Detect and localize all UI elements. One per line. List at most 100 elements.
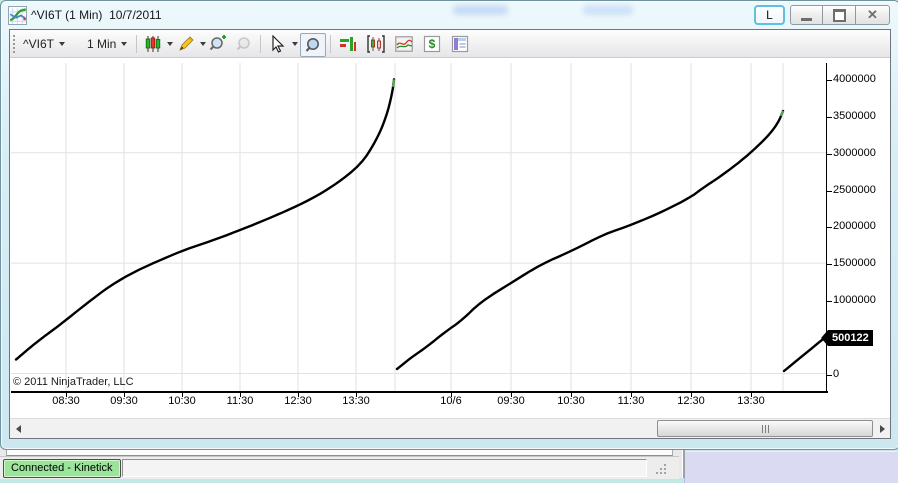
x-tick-mark: [631, 393, 632, 397]
toolbar-separator: [260, 35, 261, 53]
scroll-left-button[interactable]: [10, 419, 26, 438]
close-icon: ✕: [867, 7, 878, 22]
chevron-down-icon: [292, 42, 298, 46]
indicators-icon: [395, 36, 413, 52]
x-tick-mark: [691, 393, 692, 397]
toolbar-grip-icon[interactable]: [13, 35, 18, 53]
y-axis-label: 2500000: [833, 183, 876, 196]
x-tick-mark: [451, 393, 452, 397]
zoom-out-button: [232, 33, 256, 55]
x-tick-mark: [751, 393, 752, 397]
arrow-left-icon: [15, 425, 21, 433]
connection-status-badge: Connected - Kinetick: [3, 459, 121, 478]
volume-curve: [14, 78, 396, 361]
desktop: Connected - Kinetick ^VI6T (1 Min) 10/7/…: [0, 0, 898, 483]
y-tick-mark: [827, 153, 832, 155]
pencil-icon: [179, 36, 194, 51]
x-tick-mark: [511, 393, 512, 397]
close-button[interactable]: ✕: [856, 5, 890, 25]
svg-text:$: $: [429, 37, 436, 51]
zoom-in-button[interactable]: [206, 33, 230, 55]
statusbar-message-field: [122, 459, 647, 477]
indicators-button[interactable]: [392, 33, 416, 55]
instrument-dropdown[interactable]: ^VI6T: [20, 33, 68, 55]
x-tick-mark: [571, 393, 572, 397]
y-tick-mark: [827, 80, 832, 82]
titlebar[interactable]: ^VI6T (1 Min) 10/7/2011 L ✕: [1, 1, 898, 29]
minimize-icon: [801, 18, 812, 21]
chart-plot[interactable]: [11, 63, 828, 391]
toolbar-separator: [330, 35, 331, 53]
window-title: ^VI6T (1 Min) 10/7/2011: [31, 8, 162, 22]
restore-button[interactable]: [823, 5, 856, 25]
y-axis-label: 0: [833, 367, 840, 380]
chart-trader-button[interactable]: [364, 33, 388, 55]
chart-toolbar: ^VI6T 1 Min $: [10, 30, 890, 58]
x-tick-mark: [124, 393, 125, 397]
last-price-marker: 500122: [821, 329, 873, 346]
chart-app-icon: [8, 6, 27, 25]
restore-icon: [832, 8, 846, 22]
y-tick-mark: [827, 116, 832, 118]
chevron-down-icon: [58, 42, 65, 46]
resize-grip-icon[interactable]: [655, 463, 667, 475]
chart-window-content: ^VI6T 1 Min $ 4000000 3500000 3000000 25…: [9, 29, 891, 439]
thumb-grip-icon: [761, 424, 770, 433]
x-tick-mark: [356, 393, 357, 397]
link-button[interactable]: L: [754, 5, 785, 25]
y-tick-mark: [827, 190, 832, 192]
instrument-label: ^VI6T: [23, 37, 54, 51]
x-tick-mark: [66, 393, 67, 397]
minimize-button[interactable]: [790, 5, 823, 25]
control-center-window: Connected - Kinetick: [0, 448, 685, 479]
titlebar-glare: [583, 5, 633, 15]
chart-style-button[interactable]: [141, 33, 176, 55]
zoom-in-icon: [209, 35, 226, 51]
x-tick-mark: [298, 393, 299, 397]
background-window: [684, 451, 898, 483]
x-axis[interactable]: [11, 391, 828, 393]
chart-trader-icon: [367, 35, 385, 53]
dollar-icon: $: [423, 35, 441, 53]
y-axis-label: 1000000: [833, 293, 876, 306]
y-tick-mark: [827, 300, 832, 302]
y-axis-label: 3000000: [833, 146, 876, 159]
y-tick-mark: [827, 227, 832, 229]
y-tick-mark: [827, 264, 832, 266]
account-dollar-button[interactable]: $: [420, 33, 444, 55]
y-tick-mark: [827, 374, 832, 376]
titlebar-glare: [453, 5, 508, 15]
scroll-right-button[interactable]: [874, 419, 890, 438]
y-axis-label: 1500000: [833, 257, 876, 270]
candlestick-icon: [145, 36, 161, 52]
toolbar-separator: [136, 35, 137, 53]
scrollbar-thumb[interactable]: [657, 420, 873, 437]
arrow-right-icon: [879, 425, 885, 433]
data-box-button[interactable]: [448, 33, 472, 55]
copyright-text: © 2011 NinjaTrader, LLC: [13, 376, 134, 388]
x-tick-mark: [182, 393, 183, 397]
pointer-button[interactable]: [266, 33, 301, 55]
volume-curve: [782, 335, 828, 373]
drawing-tools-button[interactable]: [174, 33, 209, 55]
y-axis-label: 3500000: [833, 109, 876, 122]
market-depth-button[interactable]: [336, 33, 360, 55]
crosshair-zoom-button[interactable]: [300, 33, 326, 57]
chevron-down-icon: [167, 42, 173, 46]
interval-label: 1 Min: [87, 37, 117, 51]
y-axis-label: 2000000: [833, 220, 876, 233]
control-center-statusbar: Connected - Kinetick: [0, 456, 679, 479]
data-box-icon: [451, 35, 469, 53]
y-axis-label: 4000000: [833, 73, 876, 86]
cursor-icon: [272, 35, 285, 53]
volume-curve: [395, 109, 785, 371]
zoom-out-icon: [236, 37, 250, 51]
magnifier-icon: [305, 38, 319, 52]
horizontal-scrollbar[interactable]: [10, 418, 890, 438]
curve-tip: [391, 79, 396, 87]
chevron-down-icon: [121, 42, 128, 46]
market-depth-icon: [340, 37, 356, 51]
interval-dropdown[interactable]: 1 Min: [84, 33, 130, 55]
x-tick-mark: [240, 393, 241, 397]
chart-window: ^VI6T (1 Min) 10/7/2011 L ✕ ^VI6T 1 Min: [0, 0, 898, 450]
